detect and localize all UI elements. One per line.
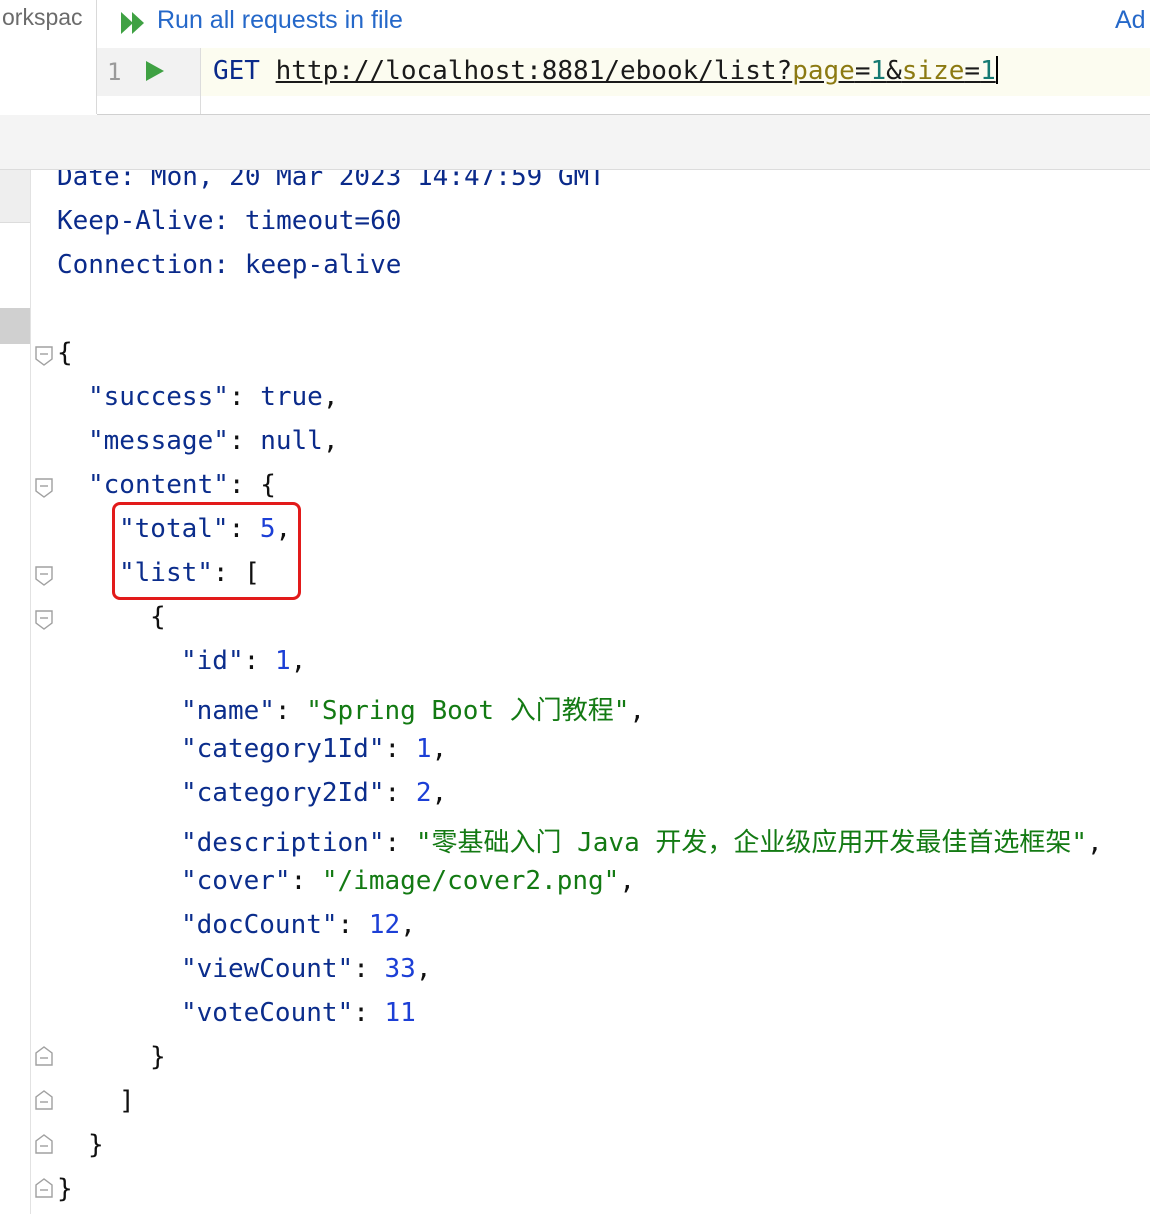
workspace-label: orkspac bbox=[2, 4, 83, 30]
param-equals: = bbox=[854, 56, 871, 86]
http-request-editor[interactable]: 1 GET http://localhost:8881/ebook/list?p… bbox=[97, 48, 1150, 115]
json-item-field: "voteCount": 11 bbox=[181, 998, 416, 1028]
response-header-connection: Connection: keep-alive bbox=[57, 250, 402, 280]
fold-close-icon[interactable] bbox=[35, 1134, 53, 1154]
json-item-close-brace: } bbox=[150, 1042, 166, 1072]
fold-open-icon[interactable] bbox=[35, 346, 53, 366]
workspace-panel-stub: orkspac bbox=[0, 0, 97, 114]
json-content-close-brace: } bbox=[88, 1130, 104, 1160]
param-page-value: 1 bbox=[870, 56, 887, 86]
json-item-field: "category2Id": 2, bbox=[181, 778, 448, 808]
json-item-field: "viewCount": 33, bbox=[181, 954, 432, 984]
side-strip-separator bbox=[0, 222, 30, 223]
editor-gutter: 1 bbox=[97, 48, 200, 96]
param-size-value: 1 bbox=[980, 56, 996, 86]
fold-close-icon[interactable] bbox=[35, 1090, 53, 1110]
json-content-line: "content": { bbox=[88, 470, 276, 500]
fold-open-icon[interactable] bbox=[35, 610, 53, 630]
run-all-requests-button[interactable]: Run all requests in file bbox=[157, 6, 403, 35]
json-item-field: "name": "Spring Boot 入门教程", bbox=[181, 696, 646, 726]
response-header-date: Date: Mon, 20 Mar 2023 14:47:59 GMT bbox=[57, 170, 605, 192]
response-viewer: Date: Mon, 20 Mar 2023 14:47:59 GMT Keep… bbox=[31, 170, 1150, 1214]
json-item-open-brace: { bbox=[150, 602, 166, 632]
json-open-brace: { bbox=[57, 338, 73, 368]
run-all-icon[interactable] bbox=[119, 10, 149, 36]
fold-open-icon[interactable] bbox=[35, 478, 53, 498]
json-success-line: "success": true, bbox=[88, 382, 339, 412]
panel-divider[interactable] bbox=[0, 115, 1150, 170]
fold-open-icon[interactable] bbox=[35, 566, 53, 586]
response-header-keep-alive: Keep-Alive: timeout=60 bbox=[57, 206, 402, 236]
text-caret bbox=[995, 56, 998, 84]
http-method: GET bbox=[213, 56, 260, 86]
json-close-brace: } bbox=[57, 1174, 73, 1204]
highlight-annotation-box bbox=[112, 502, 301, 600]
param-page-name: page bbox=[792, 56, 855, 86]
editor-toolbar: Run all requests in file Ad bbox=[97, 0, 1150, 48]
fold-close-icon[interactable] bbox=[35, 1046, 53, 1066]
url-base: http://localhost:8881/ebook/list? bbox=[275, 56, 793, 86]
json-item-field: "id": 1, bbox=[181, 646, 307, 676]
line-number: 1 bbox=[107, 58, 122, 86]
json-message-line: "message": null, bbox=[88, 426, 339, 456]
json-list-close-bracket: ] bbox=[119, 1086, 135, 1116]
param-size-name: size bbox=[901, 56, 965, 86]
fold-close-icon[interactable] bbox=[35, 1178, 53, 1198]
json-item-field: "description": "零基础入门 Java 开发，企业级应用开发最佳首… bbox=[181, 828, 1103, 858]
scrollbar-thumb[interactable] bbox=[0, 308, 30, 344]
json-item-field: "category1Id": 1, bbox=[181, 734, 448, 764]
run-request-icon[interactable] bbox=[145, 60, 165, 82]
request-url[interactable]: http://localhost:8881/ebook/list?page=1&… bbox=[276, 56, 996, 86]
json-item-field: "cover": "/image/cover2.png", bbox=[181, 866, 635, 896]
add-request-button[interactable]: Ad bbox=[1115, 6, 1146, 35]
request-line[interactable]: GET http://localhost:8881/ebook/list?pag… bbox=[213, 56, 998, 86]
side-strip-header bbox=[0, 170, 30, 222]
json-item-field: "docCount": 12, bbox=[181, 910, 416, 940]
response-side-strip bbox=[0, 170, 31, 1214]
param-amp: & bbox=[886, 56, 902, 86]
param-equals: = bbox=[964, 56, 981, 86]
